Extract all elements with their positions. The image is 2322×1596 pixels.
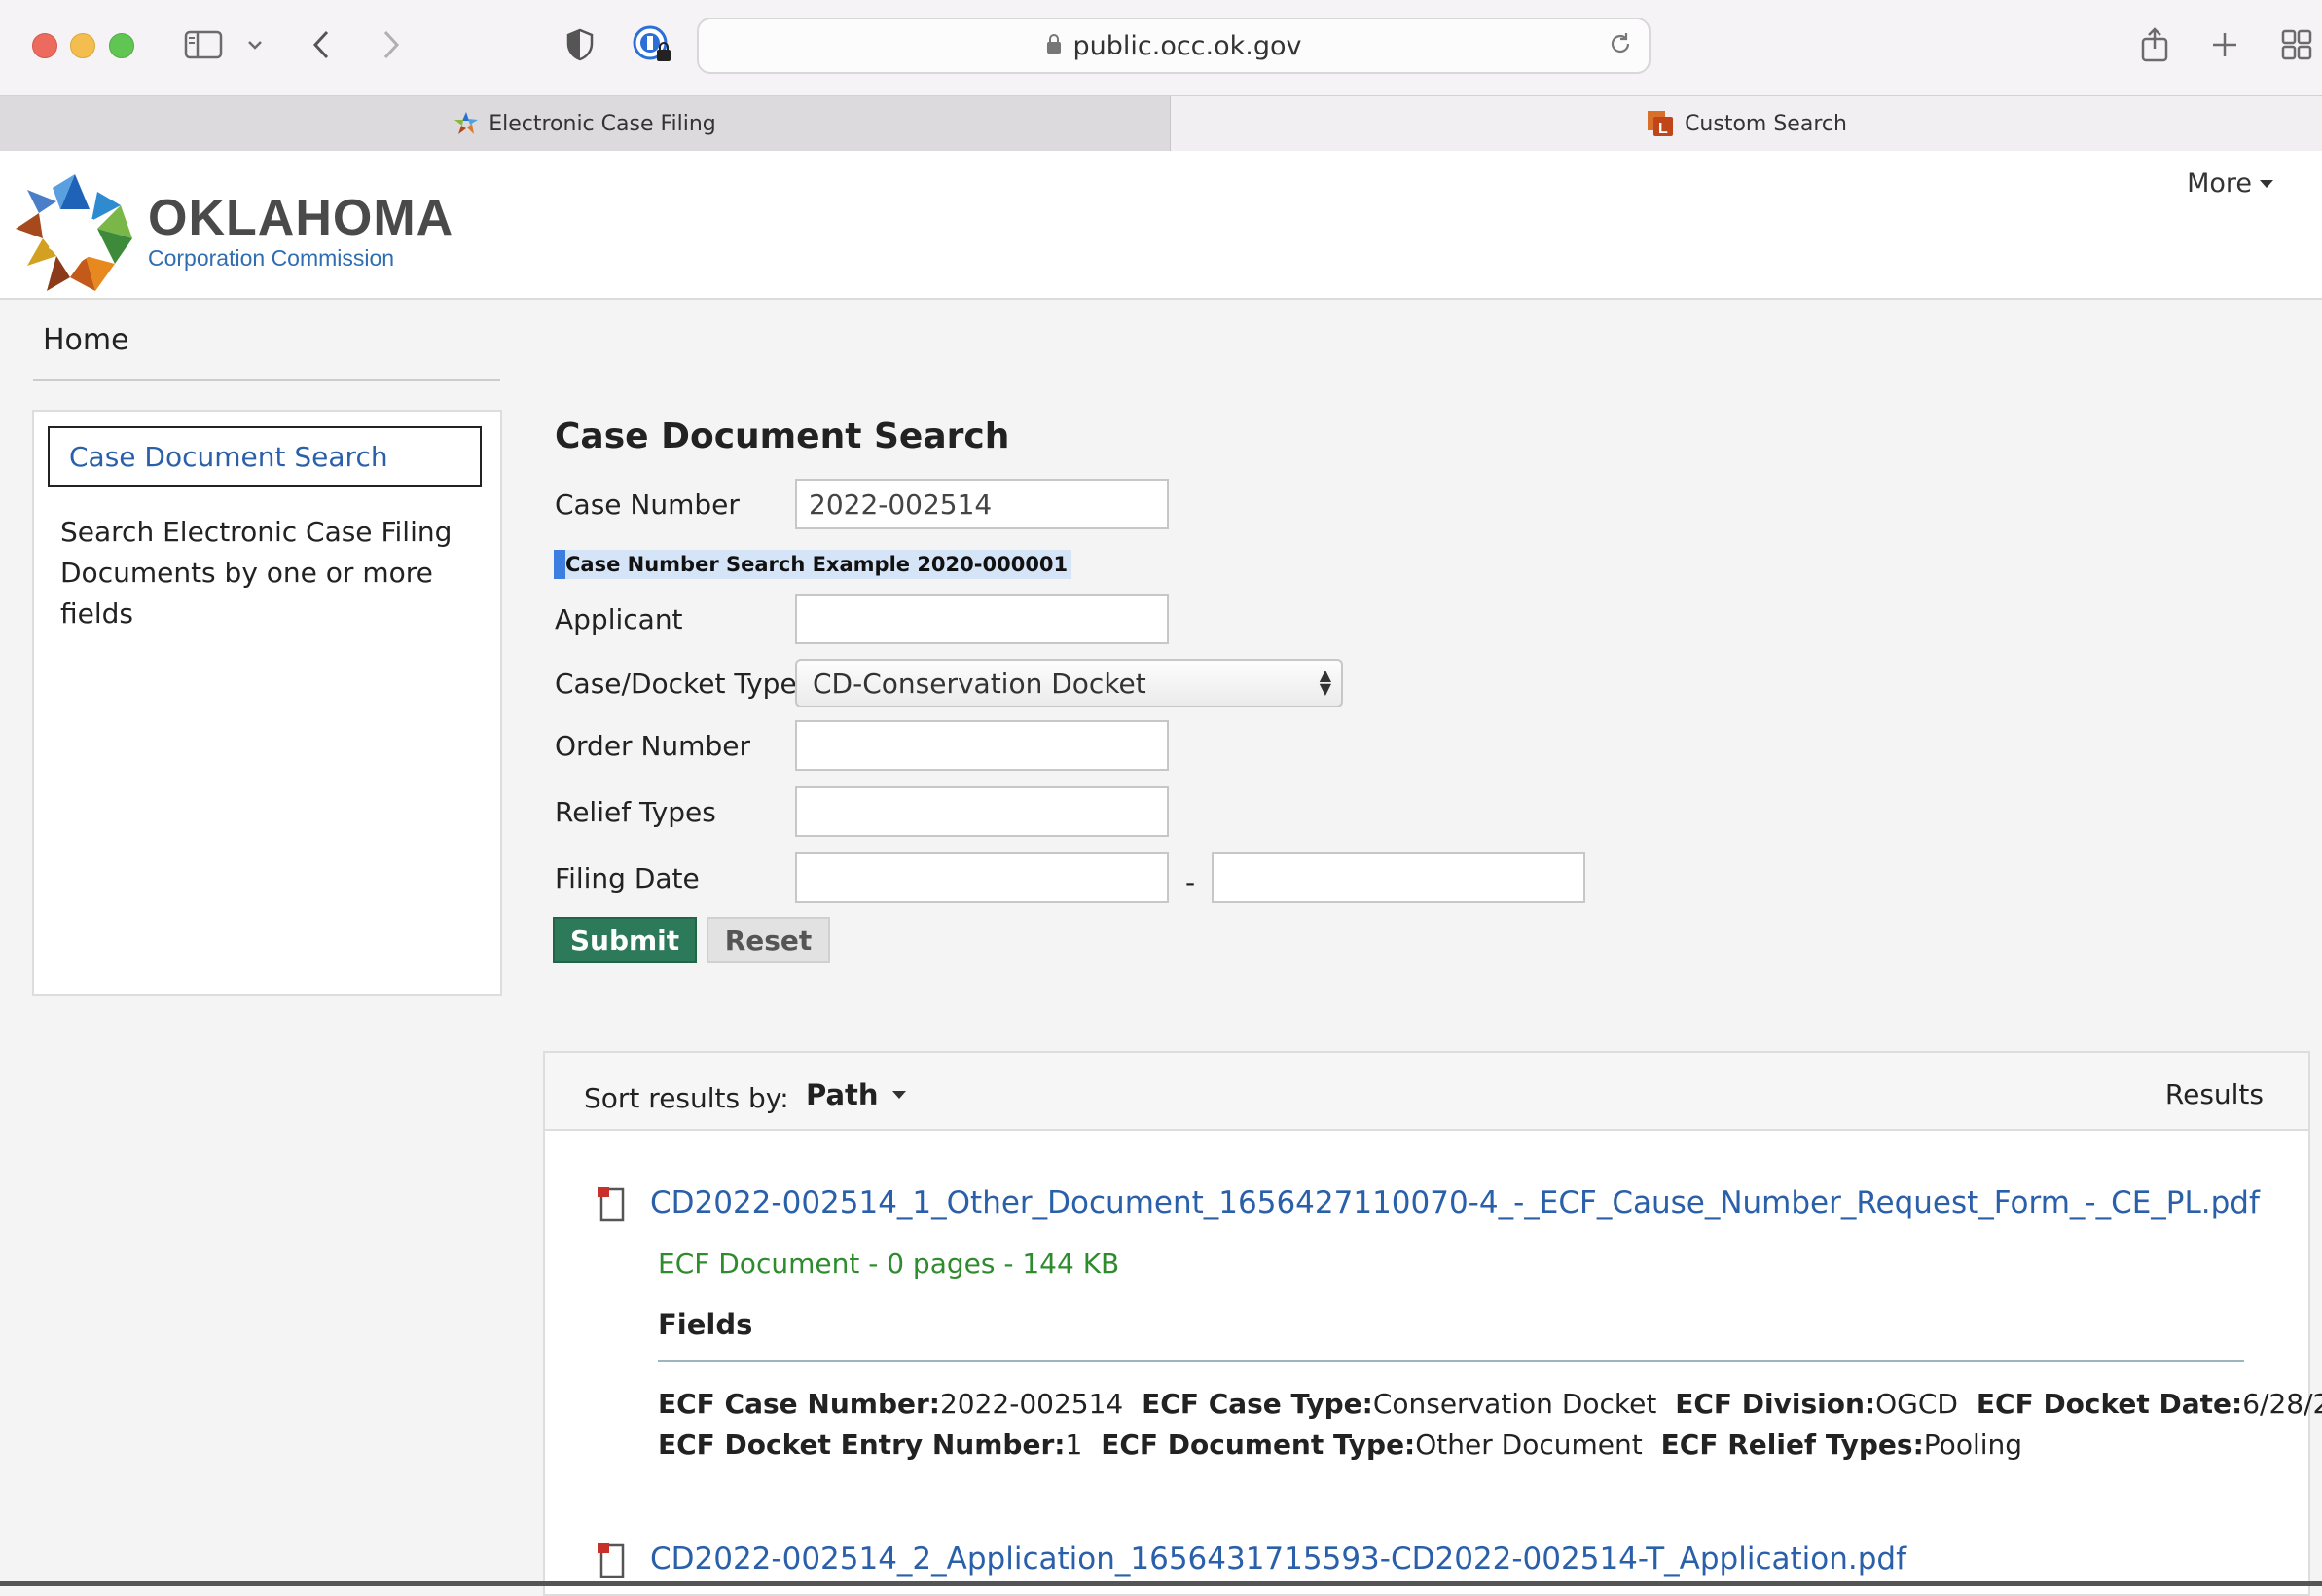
svg-text:L: L bbox=[1658, 121, 1668, 137]
address-bar[interactable]: public.occ.ok.gov bbox=[697, 18, 1651, 74]
field-key: ECF Case Type: bbox=[1142, 1388, 1373, 1420]
sidebar-item-case-document-search[interactable]: Case Document Search bbox=[48, 426, 482, 487]
result-title-link[interactable]: CD2022-002514_1_Other_Document_165642711… bbox=[650, 1185, 2260, 1220]
fields-heading: Fields bbox=[658, 1308, 753, 1341]
filing-date-label: Filing Date bbox=[555, 862, 700, 894]
window-bottom-edge bbox=[0, 1581, 2322, 1586]
date-range-separator: - bbox=[1185, 866, 1196, 898]
field-key: ECF Relief Types: bbox=[1660, 1429, 1924, 1461]
reset-button[interactable]: Reset bbox=[707, 917, 830, 963]
caret-down-icon bbox=[2260, 179, 2273, 188]
result-fields-row-2: ECF Docket Entry Number:1 ECF Document T… bbox=[658, 1429, 2022, 1461]
case-number-hint: Case Number Search Example 2020-000001 bbox=[554, 550, 1072, 579]
zoom-window-button[interactable] bbox=[109, 33, 134, 58]
result-meta: ECF Document - 0 pages - 144 KB bbox=[658, 1248, 1120, 1280]
tab-label: Custom Search bbox=[1685, 111, 1847, 136]
docket-type-select[interactable]: CD-Conservation Docket ▲ ▼ bbox=[795, 659, 1343, 707]
sidebar-description: Search Electronic Case Filing Documents … bbox=[60, 516, 453, 630]
lock-icon bbox=[1046, 31, 1062, 61]
more-menu-label: More bbox=[2187, 168, 2252, 199]
site-header: OKLAHOMA Corporation Commission More bbox=[0, 151, 2322, 300]
filing-date-to-input[interactable] bbox=[1212, 852, 1585, 903]
field-key: ECF Division: bbox=[1675, 1388, 1876, 1420]
field-value: 6/28/2022 bbox=[2242, 1388, 2322, 1420]
result-fields-row-1: ECF Case Number:2022-002514 ECF Case Typ… bbox=[658, 1388, 2322, 1420]
url-text: public.occ.ok.gov bbox=[1072, 30, 1302, 61]
sort-label: Sort results by: bbox=[584, 1082, 789, 1114]
filing-date-from-input[interactable] bbox=[795, 852, 1169, 903]
tab-overview-icon[interactable] bbox=[2279, 21, 2314, 68]
tab-label: Electronic Case Filing bbox=[489, 111, 716, 136]
reload-icon[interactable] bbox=[1608, 31, 1633, 63]
minimize-window-button[interactable] bbox=[70, 33, 95, 58]
results-panel: Sort results by: Path Results CD2022-002… bbox=[543, 1051, 2322, 1596]
field-key: ECF Docket Date: bbox=[1976, 1388, 2243, 1420]
home-link[interactable]: Home bbox=[43, 323, 129, 357]
tab-bar: Electronic Case Filing L Custom Search bbox=[0, 95, 2322, 152]
order-number-label: Order Number bbox=[555, 730, 750, 762]
docket-type-value: CD-Conservation Docket bbox=[813, 667, 1146, 700]
browser-toolbar: public.occ.ok.gov bbox=[0, 0, 2322, 95]
results-header: Sort results by: Path Results bbox=[545, 1053, 2308, 1131]
pdf-document-icon bbox=[596, 1542, 631, 1580]
tab-custom-search[interactable]: L Custom Search bbox=[1171, 96, 2322, 151]
docket-type-label: Case/Docket Type bbox=[555, 668, 797, 700]
case-number-label: Case Number bbox=[555, 489, 740, 521]
occ-star-logo-icon bbox=[16, 174, 132, 291]
forward-arrow-icon[interactable] bbox=[374, 21, 409, 68]
sort-dropdown[interactable]: Path bbox=[806, 1078, 906, 1111]
logo-subtitle: Corporation Commission bbox=[148, 244, 395, 271]
submit-button[interactable]: Submit bbox=[553, 917, 697, 963]
new-tab-plus-icon[interactable] bbox=[2207, 21, 2242, 68]
occ-logo[interactable]: OKLAHOMA Corporation Commission bbox=[14, 170, 454, 293]
tab-electronic-case-filing[interactable]: Electronic Case Filing bbox=[0, 96, 1171, 151]
custom-search-favicon-icon: L bbox=[1646, 109, 1675, 138]
divider bbox=[658, 1360, 2244, 1362]
pdf-document-icon bbox=[596, 1185, 631, 1224]
privacy-shield-icon[interactable] bbox=[562, 21, 598, 68]
field-key: ECF Case Number: bbox=[658, 1388, 940, 1420]
field-value: OGCD bbox=[1875, 1388, 1958, 1420]
select-arrows-icon: ▲ ▼ bbox=[1319, 666, 1331, 698]
close-window-button[interactable] bbox=[32, 33, 57, 58]
field-value: Pooling bbox=[1923, 1429, 2023, 1461]
relief-types-label: Relief Types bbox=[555, 796, 716, 828]
divider bbox=[33, 379, 500, 381]
field-key: ECF Docket Entry Number: bbox=[658, 1429, 1066, 1461]
result-title-link[interactable]: CD2022-002514_2_Application_165643171559… bbox=[650, 1542, 1906, 1577]
field-value: Conservation Docket bbox=[1372, 1388, 1657, 1420]
sidebar-panel: Case Document Search Search Electronic C… bbox=[32, 410, 502, 996]
back-arrow-icon[interactable] bbox=[304, 21, 339, 68]
sidebar-toggle-icon[interactable] bbox=[181, 21, 226, 68]
field-value: 2022-002514 bbox=[939, 1388, 1124, 1420]
share-icon[interactable] bbox=[2137, 21, 2172, 68]
field-value: 1 bbox=[1065, 1429, 1083, 1461]
occ-favicon-icon bbox=[454, 111, 479, 136]
relief-types-input[interactable] bbox=[795, 786, 1169, 837]
more-menu[interactable]: More bbox=[2187, 168, 2273, 199]
hint-text: Case Number Search Example 2020-000001 bbox=[565, 553, 1069, 576]
chevron-down-icon[interactable] bbox=[241, 21, 269, 68]
applicant-input[interactable] bbox=[795, 594, 1169, 644]
case-number-input[interactable]: 2022-002514 bbox=[795, 479, 1169, 529]
field-key: ECF Document Type: bbox=[1101, 1429, 1416, 1461]
page-title: Case Document Search bbox=[555, 417, 1010, 456]
text-cursor bbox=[554, 550, 565, 579]
sort-value: Path bbox=[806, 1078, 879, 1111]
order-number-input[interactable] bbox=[795, 720, 1169, 771]
results-label: Results bbox=[2164, 1078, 2264, 1110]
logo-title: OKLAHOMA bbox=[148, 189, 454, 246]
applicant-label: Applicant bbox=[555, 603, 683, 635]
caret-down-icon bbox=[891, 1091, 906, 1099]
password-extension-icon[interactable] bbox=[631, 21, 673, 68]
field-value: Other Document bbox=[1415, 1429, 1643, 1461]
